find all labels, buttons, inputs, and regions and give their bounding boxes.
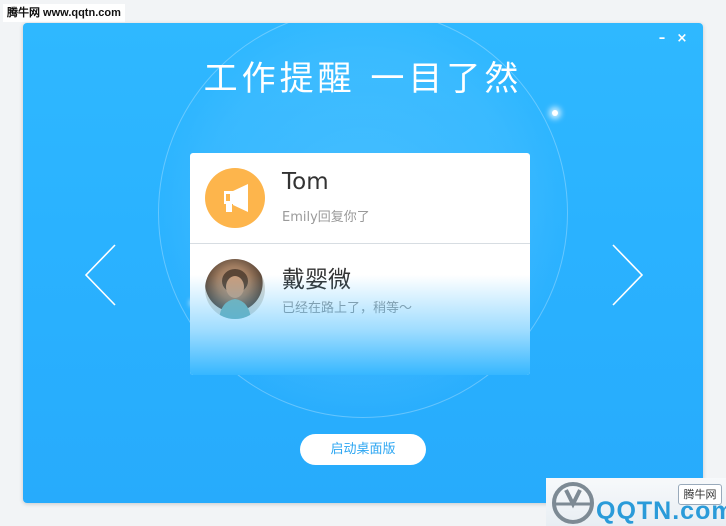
app-window: – × 工作提醒 一目了然 Tom Emily回复你了 戴婴微 已经在路上了，稍… xyxy=(23,23,703,503)
minimize-button[interactable]: – xyxy=(654,31,670,47)
chevron-right-icon xyxy=(612,244,644,306)
sender-name: Tom xyxy=(282,169,329,195)
sparkle-decoration xyxy=(552,110,558,116)
logo-emblem-icon xyxy=(552,482,594,524)
watermark-logo-text: QQTN.com xyxy=(596,497,726,525)
sender-name: 戴婴微 xyxy=(282,267,351,293)
chevron-left-icon xyxy=(84,244,116,306)
megaphone-icon xyxy=(224,184,248,212)
page-title: 工作提醒 一目了然 xyxy=(203,59,523,99)
close-button[interactable]: × xyxy=(674,31,690,47)
next-slide-button[interactable] xyxy=(605,243,645,307)
site-logo-watermark: 腾牛网 QQTN.com xyxy=(546,478,726,526)
launch-desktop-button[interactable]: 启动桌面版 xyxy=(300,434,426,465)
site-watermark-label: 腾牛网 www.qqtn.com xyxy=(3,4,125,22)
notification-item[interactable]: 戴婴微 已经在路上了，稍等～ xyxy=(190,244,530,334)
avatar xyxy=(205,168,265,228)
avatar xyxy=(205,259,265,319)
message-preview: Emily回复你了 xyxy=(282,210,370,225)
notification-item[interactable]: Tom Emily回复你了 xyxy=(190,153,530,243)
message-preview: 已经在路上了，稍等～ xyxy=(282,301,413,316)
previous-slide-button[interactable] xyxy=(83,243,123,307)
user-photo xyxy=(219,269,251,319)
notification-card: Tom Emily回复你了 戴婴微 已经在路上了，稍等～ xyxy=(190,153,530,375)
